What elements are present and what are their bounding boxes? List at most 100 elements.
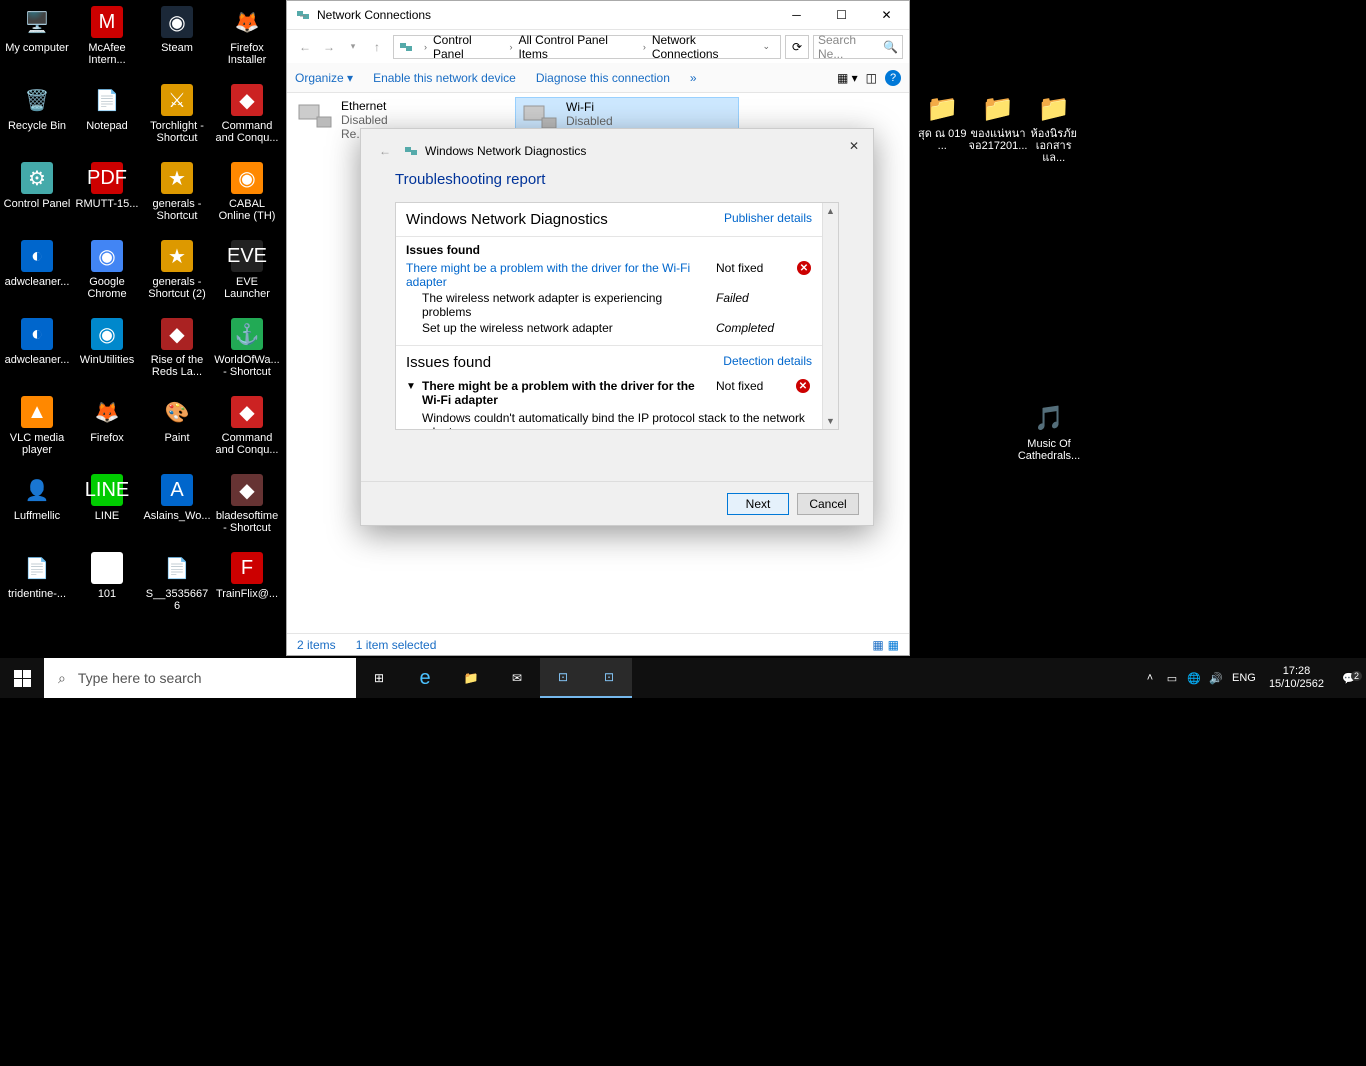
details-view-button[interactable]: ▦ — [872, 638, 883, 652]
adapter-status: Disabled — [341, 113, 511, 127]
volume-icon[interactable]: 🔊 — [1205, 672, 1227, 685]
refresh-button[interactable]: ⟳ — [785, 35, 809, 59]
sub-issue-text: The wireless network adapter is experien… — [406, 291, 716, 319]
desktop-icon[interactable]: ★generals - Shortcut — [142, 158, 212, 236]
diagnose-button[interactable]: Diagnose this connection — [536, 71, 670, 85]
running-app-1[interactable]: ⊡ — [540, 658, 586, 698]
back-button[interactable]: ← — [293, 35, 317, 59]
close-button[interactable]: ✕ — [864, 1, 909, 29]
desktop-icon[interactable]: EVEEVE Launcher — [212, 236, 282, 314]
titlebar[interactable]: Network Connections ─ ☐ ✕ — [287, 1, 909, 29]
desktop-icon[interactable]: 📁ของแน่หนา จอ217201... — [969, 88, 1028, 164]
desktop-icon[interactable]: 📁ห้องนิรภัย เอกสารแล... — [1027, 88, 1080, 164]
up-button[interactable]: ↑ — [365, 35, 389, 59]
desktop-icon[interactable]: 📄S__35356676 — [142, 548, 212, 626]
desktop-icon[interactable]: 🎨Paint — [142, 392, 212, 470]
search-placeholder: Search Ne... — [818, 33, 883, 61]
help-icon[interactable]: ? — [885, 70, 901, 86]
large-icons-view-button[interactable]: ▦ — [888, 638, 899, 652]
cancel-button[interactable]: Cancel — [797, 493, 859, 515]
issue-status: Not fixed — [716, 379, 796, 393]
report-title: Windows Network Diagnostics — [406, 211, 608, 228]
network-tray-icon[interactable]: 🌐 — [1183, 672, 1205, 685]
scroll-down-button[interactable]: ▼ — [823, 413, 839, 429]
desktop-icon[interactable]: ⚓WorldOfWa... - Shortcut — [212, 314, 282, 392]
status-bar: 2 items 1 item selected ▦ ▦ — [287, 633, 909, 655]
more-button[interactable]: » — [690, 71, 697, 85]
next-button[interactable]: Next — [727, 493, 789, 515]
enable-device-button[interactable]: Enable this network device — [373, 71, 516, 85]
breadcrumb-item[interactable]: Network Connections — [652, 33, 763, 61]
battery-icon[interactable]: ▭ — [1161, 672, 1183, 685]
breadcrumb[interactable]: ›Control Panel ›All Control Panel Items … — [393, 35, 781, 59]
desktop-icon[interactable]: 🦊Firefox Installer — [212, 2, 282, 80]
desktop-icon[interactable]: ◉Google Chrome — [72, 236, 142, 314]
desktop-icon[interactable]: ◉Steam — [142, 2, 212, 80]
desktop-icon[interactable]: 📁สุด ณ 019 ... — [916, 88, 969, 164]
desktop-icon[interactable]: ▲VLC media player — [2, 392, 72, 470]
page-heading: Troubleshooting report — [395, 171, 839, 188]
desktop-icon[interactable]: 🖥️My computer — [2, 2, 72, 80]
edge-taskbar-icon[interactable]: e — [402, 658, 448, 698]
desktop-icon[interactable]: FTrainFlix@... — [212, 548, 282, 626]
action-center-button[interactable]: 💬 2 — [1332, 672, 1366, 685]
desktop-icon[interactable]: ◉WinUtilities — [72, 314, 142, 392]
desktop-icon[interactable]: ◐adwcleaner... — [2, 314, 72, 392]
scrollbar[interactable]: ▲ ▼ — [822, 203, 838, 429]
maximize-button[interactable]: ☐ — [819, 1, 864, 29]
diagnostics-icon — [403, 143, 419, 159]
issue-link[interactable]: There might be a problem with the driver… — [406, 261, 716, 289]
publisher-details-link[interactable]: Publisher details — [724, 211, 812, 228]
forward-button[interactable]: → — [317, 35, 341, 59]
taskbar-search-input[interactable]: ⌕ Type here to search — [44, 658, 356, 698]
detection-details-link[interactable]: Detection details — [723, 354, 812, 371]
clock[interactable]: 17:28 15/10/2562 — [1261, 665, 1332, 691]
toolbar: Organize ▾ Enable this network device Di… — [287, 63, 909, 93]
desktop-icon[interactable]: ◆Command and Conqu... — [212, 392, 282, 470]
desktop-icon[interactable]: ▬101 — [72, 548, 142, 626]
organize-menu[interactable]: Organize ▾ — [295, 71, 353, 85]
desktop-icon[interactable]: 👤Luffmellic — [2, 470, 72, 548]
desktop-icon[interactable]: ◆Command and Conqu... — [212, 80, 282, 158]
desktop-icon[interactable]: ⚔Torchlight - Shortcut — [142, 80, 212, 158]
desktop-icon[interactable]: 🦊Firefox — [72, 392, 142, 470]
running-app-2[interactable]: ⊡ — [586, 658, 632, 698]
error-icon: ✕ — [796, 379, 812, 393]
search-input[interactable]: Search Ne... 🔍 — [813, 35, 903, 59]
language-indicator[interactable]: ENG — [1227, 672, 1261, 684]
desktop-icon[interactable]: ◆bladesoftime - Shortcut — [212, 470, 282, 548]
recent-dropdown[interactable]: ▾ — [341, 35, 365, 59]
scroll-up-button[interactable]: ▲ — [823, 203, 839, 219]
sub-issue-text: Set up the wireless network adapter — [406, 321, 716, 335]
desktop-icon[interactable]: 🎵Music Of Cathedrals... — [1014, 398, 1084, 462]
close-button[interactable]: ✕ — [839, 133, 869, 159]
desktop-icon[interactable]: ★generals - Shortcut (2) — [142, 236, 212, 314]
issue-title: There might be a problem with the driver… — [422, 379, 716, 407]
desktop-icon[interactable]: 📄tridentine-... — [2, 548, 72, 626]
view-options-button[interactable]: ▦ ▾ — [837, 71, 858, 85]
start-button[interactable] — [0, 658, 44, 698]
sub-issue-status: Failed — [716, 291, 796, 305]
back-button[interactable]: ← — [379, 144, 391, 158]
breadcrumb-item[interactable]: All Control Panel Items — [519, 33, 637, 61]
mail-taskbar-icon[interactable]: ✉ — [494, 658, 540, 698]
desktop-icon[interactable]: ◐adwcleaner... — [2, 236, 72, 314]
desktop-icon[interactable]: 📄Notepad — [72, 80, 142, 158]
breadcrumb-item[interactable]: Control Panel — [433, 33, 504, 61]
desktop-icon[interactable]: AAslains_Wo... — [142, 470, 212, 548]
file-explorer-taskbar-icon[interactable]: 📁 — [448, 658, 494, 698]
expand-caret[interactable]: ▼ — [406, 379, 422, 392]
issue-status: Not fixed — [716, 261, 796, 275]
desktop-icon[interactable]: ◆Rise of the Reds La... — [142, 314, 212, 392]
tray-overflow-button[interactable]: ˄ — [1139, 672, 1161, 684]
minimize-button[interactable]: ─ — [774, 1, 819, 29]
desktop-icon[interactable]: ⚙Control Panel — [2, 158, 72, 236]
desktop-icon[interactable]: ◉CABAL Online (TH) — [212, 158, 282, 236]
desktop-icon[interactable]: LINELINE — [72, 470, 142, 548]
desktop-icon[interactable]: MMcAfee Intern... — [72, 2, 142, 80]
address-bar: ← → ▾ ↑ ›Control Panel ›All Control Pane… — [287, 29, 909, 63]
desktop-icon[interactable]: PDFRMUTT-15... — [72, 158, 142, 236]
desktop-icon[interactable]: 🗑️Recycle Bin — [2, 80, 72, 158]
task-view-button[interactable]: ⊞ — [356, 658, 402, 698]
preview-pane-button[interactable]: ◫ — [866, 71, 877, 85]
